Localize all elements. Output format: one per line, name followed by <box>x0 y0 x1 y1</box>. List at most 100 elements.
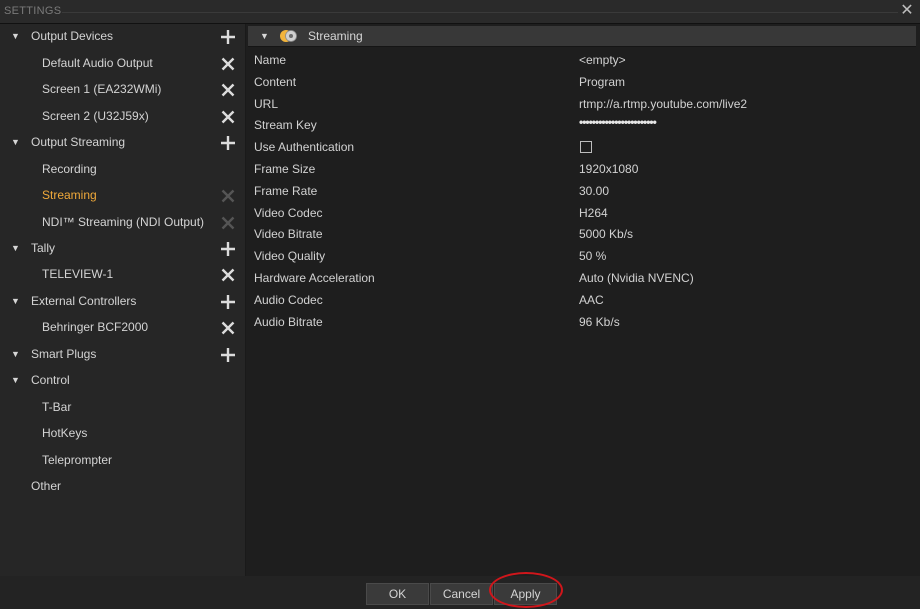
property-row-stream-key: Stream Key •••••••••••••••••••••••• <box>254 114 914 136</box>
property-label: Use Authentication <box>254 140 355 155</box>
sidebar-item-other[interactable]: Other <box>0 474 246 500</box>
remove-x-icon[interactable] <box>219 55 237 73</box>
sidebar-item-screen-1-ea232wmi[interactable]: Screen 1 (EA232WMi) <box>0 77 246 103</box>
expand-triangle-icon[interactable]: ▼ <box>11 375 21 385</box>
add-plus-icon[interactable] <box>219 346 237 364</box>
add-plus-icon[interactable] <box>219 240 237 258</box>
sidebar-item-label: Other <box>31 479 62 493</box>
property-row-content: Content Program <box>254 71 914 93</box>
sidebar-item-output-streaming[interactable]: ▼ Output Streaming <box>0 130 246 156</box>
property-label: Audio Bitrate <box>254 314 323 329</box>
property-label: Hardware Acceleration <box>254 271 375 285</box>
property-row-frame-rate: Frame Rate 30.00 <box>254 180 914 202</box>
property-label: Stream Key <box>254 118 317 133</box>
sidebar-item-label: Tally <box>31 241 56 255</box>
sidebar-item-label: Default Audio Output <box>42 56 153 70</box>
section-title: Streaming <box>308 29 363 43</box>
stream-key-field[interactable]: •••••••••••••••••••••••• <box>579 115 657 129</box>
remove-x-icon[interactable] <box>219 108 237 126</box>
use-authentication-checkbox[interactable] <box>580 141 592 154</box>
sidebar-item-label: Screen 1 (EA232WMi) <box>42 82 162 96</box>
remove-x-icon[interactable] <box>219 266 237 284</box>
window-title: SETTINGS <box>4 5 62 17</box>
collapse-triangle-icon[interactable]: ▼ <box>260 31 269 41</box>
sidebar-item-label: Smart Plugs <box>31 347 97 361</box>
sidebar-item-smart-plugs[interactable]: ▼ Smart Plugs <box>0 342 246 368</box>
sidebar-item-recording[interactable]: Recording <box>0 157 246 183</box>
property-label: Name <box>254 53 287 67</box>
property-value[interactable]: <empty> <box>579 53 626 67</box>
property-row-frame-size: Frame Size 1920x1080 <box>254 158 914 180</box>
property-label: URL <box>254 96 279 111</box>
sidebar-item-hotkeys[interactable]: HotKeys <box>0 421 246 447</box>
sidebar-item-output-devices[interactable]: ▼ Output Devices <box>0 24 246 50</box>
property-label: Video Codec <box>254 205 323 220</box>
property-value[interactable]: 50 % <box>579 249 606 263</box>
sidebar-item-streaming[interactable]: Streaming <box>0 183 246 209</box>
sidebar-item-label: Teleprompter <box>42 453 113 467</box>
sidebar-item-teleprompter[interactable]: Teleprompter <box>0 448 246 474</box>
close-icon[interactable]: ✕ <box>899 3 915 19</box>
sidebar-item-t-bar[interactable]: T-Bar <box>0 395 246 421</box>
remove-x-icon-disabled <box>219 214 237 232</box>
sidebar-item-label: Streaming <box>42 188 97 202</box>
sidebar-item-external-controllers[interactable]: ▼ External Controllers <box>0 289 246 315</box>
sidebar-item-label: Behringer BCF2000 <box>42 320 149 334</box>
settings-panel: ▼ Streaming Name <empty> Content Program URL… <box>246 24 920 576</box>
property-value[interactable]: AAC <box>579 293 604 307</box>
sidebar-item-label: Output Devices <box>31 29 114 43</box>
expand-triangle-icon[interactable]: ▼ <box>11 349 21 359</box>
property-row-use-authentication: Use Authentication <box>254 136 914 158</box>
property-row-audio-bitrate: Audio Bitrate 96 Kb/s <box>254 311 914 333</box>
sidebar-item-behringer-bcf2000[interactable]: Behringer BCF2000 <box>0 315 246 341</box>
sidebar-item-label: Control <box>31 373 70 387</box>
property-row-video-quality: Video Quality 50 % <box>254 245 914 267</box>
expand-triangle-icon[interactable]: ▼ <box>11 137 21 147</box>
remove-x-icon[interactable] <box>219 81 237 99</box>
sidebar-item-label: External Controllers <box>31 294 137 308</box>
property-value[interactable]: 1920x1080 <box>579 162 638 176</box>
add-plus-icon[interactable] <box>219 134 237 152</box>
add-plus-icon[interactable] <box>219 293 237 311</box>
property-row-url: URL rtmp://a.rtmp.youtube.com/live2 <box>254 93 914 115</box>
sidebar-item-label: Recording <box>42 162 97 176</box>
sidebar-item-label: HotKeys <box>42 426 88 440</box>
streaming-icon <box>280 30 297 42</box>
property-row-audio-codec: Audio Codec AAC <box>254 289 914 311</box>
sidebar-item-tally[interactable]: ▼ Tally <box>0 236 246 262</box>
expand-triangle-icon[interactable]: ▼ <box>11 31 21 41</box>
remove-x-icon-disabled <box>219 187 237 205</box>
cancel-button[interactable]: Cancel <box>430 583 493 605</box>
property-label: Content <box>254 74 297 89</box>
property-value[interactable]: 96 Kb/s <box>579 315 620 329</box>
expand-triangle-icon[interactable]: ▼ <box>11 296 21 306</box>
property-value[interactable]: H264 <box>579 206 608 220</box>
sidebar-item-label: Screen 2 (U32J59x) <box>42 109 149 123</box>
dialog-footer: OK Cancel Apply <box>0 576 920 609</box>
property-value[interactable]: Auto (Nvidia NVENC) <box>579 271 694 285</box>
property-value[interactable]: 5000 Kb/s <box>579 227 633 241</box>
remove-x-icon[interactable] <box>219 319 237 337</box>
title-bar: SETTINGS ✕ <box>0 0 920 24</box>
add-plus-icon[interactable] <box>219 28 237 46</box>
ok-button[interactable]: OK <box>366 583 429 605</box>
sidebar-item-label: T-Bar <box>42 400 72 414</box>
sidebar-item-label: Output Streaming <box>31 135 126 149</box>
expand-triangle-icon[interactable]: ▼ <box>11 243 21 253</box>
title-divider <box>62 12 898 13</box>
sidebar-item-ndi-streaming-ndi-output[interactable]: NDI™ Streaming (NDI Output) <box>0 210 246 236</box>
apply-button[interactable]: Apply <box>494 583 557 605</box>
sidebar-item-teleview-1[interactable]: TELEVIEW-1 <box>0 262 246 288</box>
sidebar-item-default-audio-output[interactable]: Default Audio Output <box>0 51 246 77</box>
property-label: Video Bitrate <box>254 227 323 242</box>
property-value[interactable]: 30.00 <box>579 184 609 198</box>
property-value[interactable]: Program <box>579 75 625 89</box>
sidebar-item-control[interactable]: ▼ Control <box>0 368 246 394</box>
property-label: Frame Rate <box>254 183 318 198</box>
settings-sidebar: ▼ Output Devices Default Audio Output Scree… <box>0 24 246 576</box>
property-value[interactable]: rtmp://a.rtmp.youtube.com/live2 <box>579 97 747 111</box>
sidebar-item-screen-2-u32j59x[interactable]: Screen 2 (U32J59x) <box>0 104 246 130</box>
sidebar-item-label: NDI™ Streaming (NDI Output) <box>42 215 205 229</box>
section-header-streaming[interactable]: ▼ Streaming <box>248 26 916 47</box>
property-label: Video Quality <box>254 249 326 264</box>
